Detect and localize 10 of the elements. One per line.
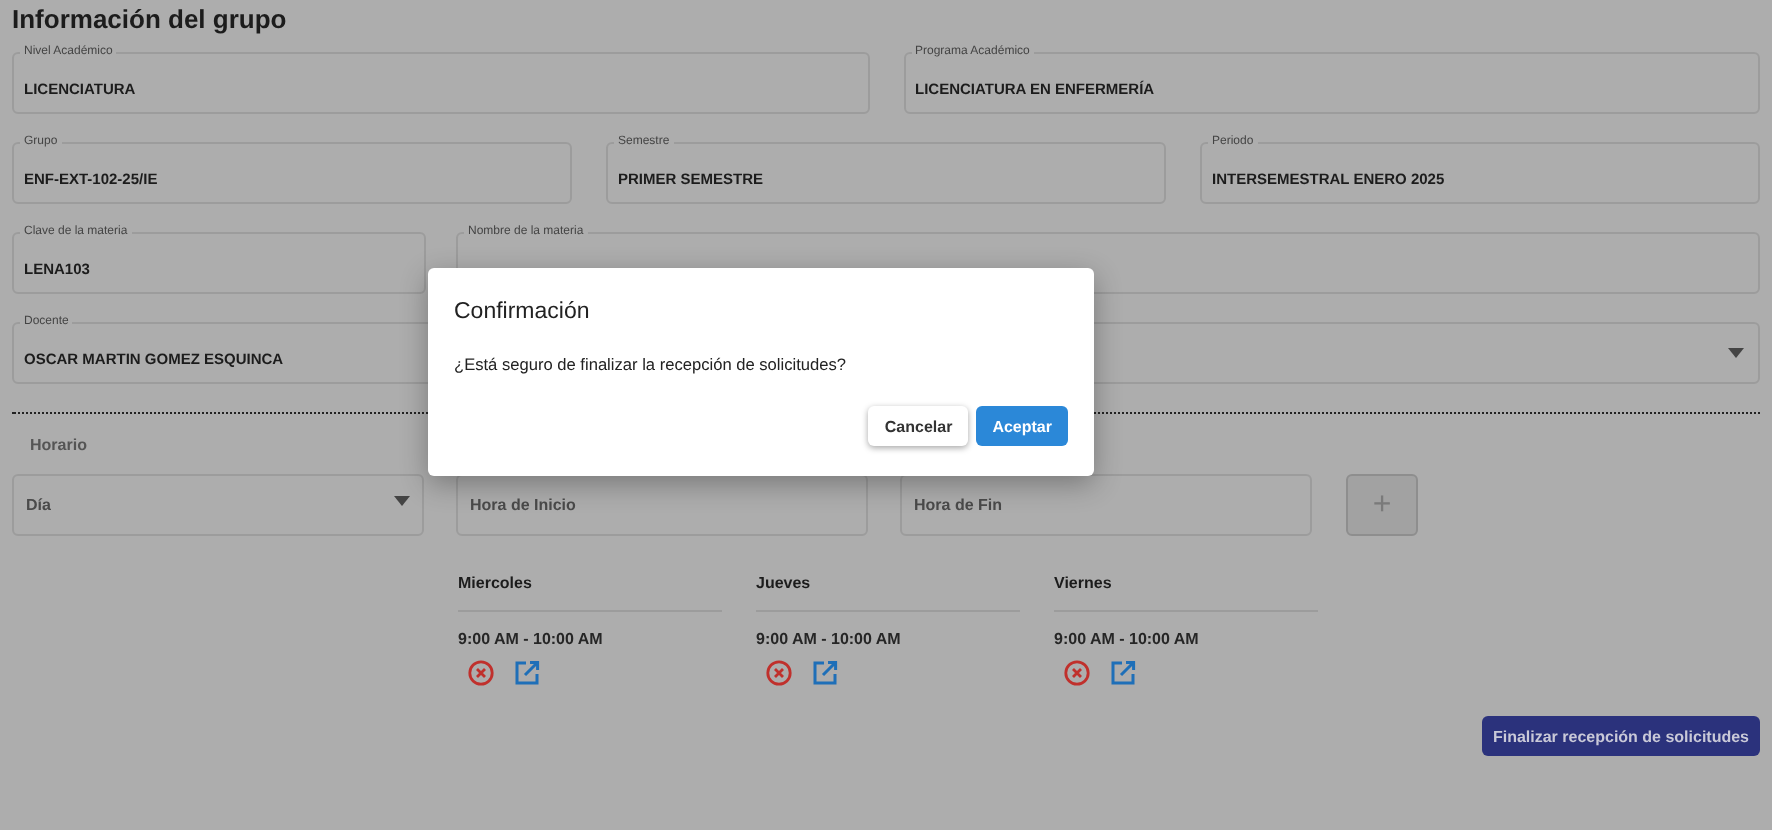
- day-heading: Viernes: [1054, 574, 1114, 596]
- time-slot: 9:00 AM - 10:00 AM: [458, 630, 722, 648]
- time-slot: 9:00 AM - 10:00 AM: [756, 630, 1020, 648]
- dialog-title: Confirmación: [454, 300, 592, 328]
- time-slot: 9:00 AM - 10:00 AM: [1054, 630, 1318, 648]
- dialog-message: ¿Está seguro de finalizar la recepción de solicitudes?: [454, 354, 849, 378]
- section-label: Horario: [30, 434, 89, 458]
- day-heading: Miercoles: [458, 574, 534, 596]
- section-title: Información del grupo: [12, 4, 289, 38]
- day-heading: Jueves: [756, 574, 813, 596]
